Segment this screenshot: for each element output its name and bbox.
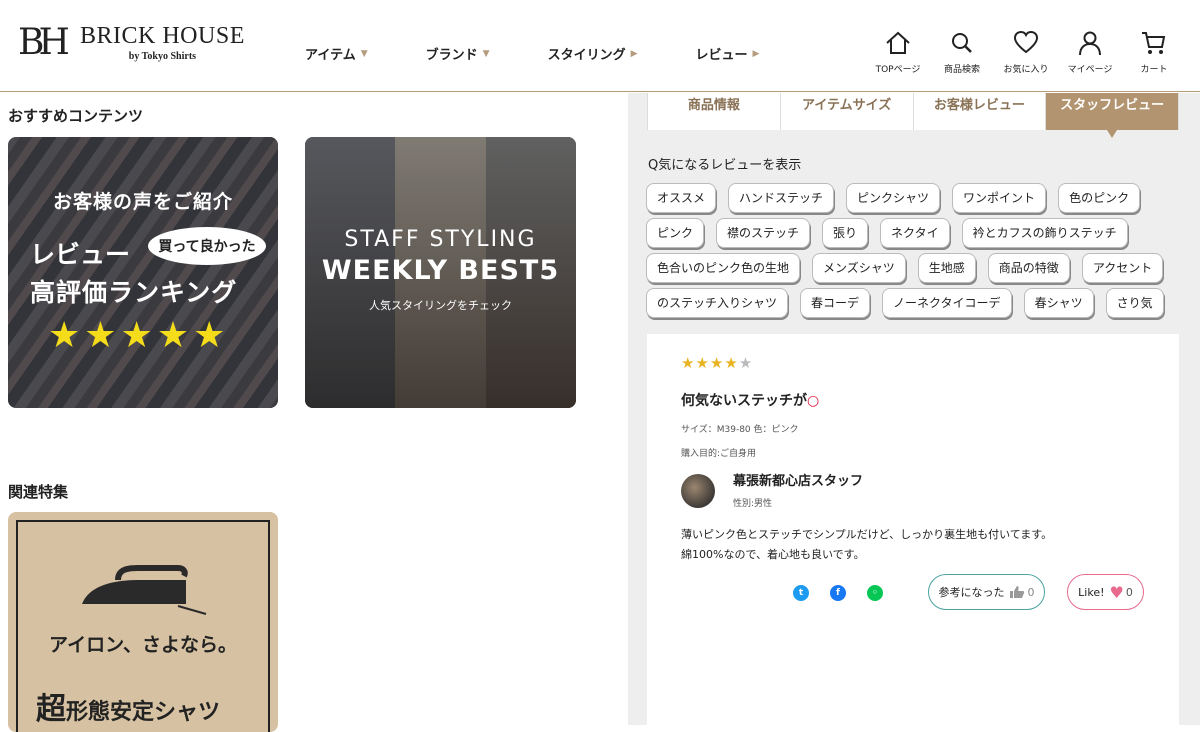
banner-review-line1: お客様の声をご紹介 <box>52 191 233 213</box>
reviewer-gender: 性別:男性 <box>733 499 773 509</box>
facebook-share-icon[interactable]: f <box>830 585 846 601</box>
caret-right-icon: ▶ <box>752 48 760 59</box>
banner-styling-line2: WEEKLY BEST5 <box>321 255 560 286</box>
review-ranking-banner[interactable]: お客様の声をご紹介 レビュー 買って良かった 高評価ランキング ★★★★★ <box>8 137 278 408</box>
caret-right-icon: ▶ <box>630 48 638 59</box>
review-tag[interactable]: メンズシャツ <box>812 253 906 283</box>
tab-product-info[interactable]: 商品情報 <box>648 93 781 130</box>
logo-mark: BH <box>18 22 70 63</box>
banner-review-line2: レビュー <box>30 240 131 269</box>
avatar <box>681 474 715 508</box>
review-tag[interactable]: ノーネクタイコーデ <box>882 288 1012 318</box>
nav-item-review[interactable]: レビュー ▶ <box>696 44 760 63</box>
heart-icon <box>1013 30 1039 54</box>
nav-item-styling[interactable]: スタイリング ▶ <box>548 44 638 63</box>
review-tag-list: オススメ ハンドステッチ ピンクシャツ ワンポイント 色のピンク ピンク 襟のス… <box>646 183 1176 323</box>
banner-iron-line2: 超形態安定シャツ <box>36 692 221 727</box>
twitter-share-icon[interactable]: t <box>793 585 809 601</box>
review-tag[interactable]: ピンクシャツ <box>846 183 941 213</box>
product-search-button[interactable]: 商品検索 <box>930 30 994 75</box>
search-icon <box>952 33 972 53</box>
header-icons: TOPページ 商品検索 お気に入り マイページ カート <box>866 30 1186 75</box>
review-tag[interactable]: 商品の特徴 <box>987 253 1070 283</box>
review-tag[interactable]: ネクタイ <box>880 218 950 248</box>
logo-subtitle: by Tokyo Shirts <box>128 51 197 62</box>
five-stars-icon: ★★★★★ <box>48 315 230 356</box>
review-tag[interactable]: 春シャツ <box>1023 288 1094 318</box>
cart-button[interactable]: カート <box>1122 30 1186 75</box>
speech-bubble: 買って良かった <box>148 227 266 265</box>
review-tag[interactable]: さり気 <box>1105 288 1164 318</box>
rating-stars: ★★★★★ <box>681 354 754 372</box>
review-tag[interactable]: 色合いのピンク色の生地 <box>646 253 801 283</box>
review-tag[interactable]: ピンク <box>646 218 705 248</box>
nav-item-brands[interactable]: ブランド ▼ <box>426 44 490 63</box>
staff-review-card: ★★★★★ 何気ないステッチが○ サイズ：M39-80 色：ピンク 購入目的:ご… <box>647 334 1179 725</box>
heart-icon: ♥ <box>1109 582 1124 602</box>
review-tag[interactable]: オススメ <box>646 183 717 213</box>
nav-item-items[interactable]: アイテム ▼ <box>305 44 368 63</box>
review-tag[interactable]: 張り <box>822 218 869 248</box>
review-tag[interactable]: 襟のステッチ <box>716 218 811 248</box>
review-tag[interactable]: 衿とカフスの飾りステッチ <box>961 218 1128 248</box>
review-body: 薄いピンク色とステッチでシンプルだけど、しっかり裏生地も付いてます。 綿100%… <box>681 528 1053 561</box>
caret-down-icon: ▼ <box>482 48 490 59</box>
logo-brand-name: BRICK HOUSE <box>80 23 245 49</box>
tab-staff-reviews[interactable]: スタッフレビュー <box>1046 93 1178 138</box>
review-tag[interactable]: ハンドステッチ <box>728 183 835 213</box>
main-nav: アイテム ▼ ブランド ▼ スタイリング ▶ レビュー ▶ <box>305 44 817 63</box>
review-tag[interactable]: 色のピンク <box>1058 183 1141 213</box>
review-title: 何気ないステッチが○ <box>681 393 820 409</box>
banner-iron-line1: アイロン、さよなら。 <box>49 634 237 656</box>
review-tag[interactable]: 春コーデ <box>800 288 871 318</box>
site-header: BH BRICK HOUSE by Tokyo Shirts アイテム ▼ ブラン… <box>0 0 1200 92</box>
favorites-button[interactable]: お気に入り <box>994 30 1058 75</box>
review-tag[interactable]: 生地感 <box>917 253 976 283</box>
circle-mark-icon: ○ <box>807 393 820 409</box>
review-tag[interactable]: アクセント <box>1081 253 1164 283</box>
helpful-button[interactable]: 参考になった 0 <box>928 574 1045 610</box>
review-tag[interactable]: ワンポイント <box>952 183 1047 213</box>
caret-down-icon: ▼ <box>360 48 368 59</box>
thumbs-up-icon <box>1009 586 1024 598</box>
user-icon <box>1079 31 1101 56</box>
banner-review-line3: 高評価ランキング <box>30 278 238 307</box>
tab-customer-reviews[interactable]: お客様レビュー <box>914 93 1047 130</box>
recommend-section-title: おすすめコンテンツ <box>8 107 144 125</box>
brand-logo[interactable]: BH BRICK HOUSE by Tokyo Shirts <box>18 24 245 62</box>
review-tag[interactable]: のステッチ入りシャツ <box>646 288 789 318</box>
home-icon <box>886 31 910 54</box>
staff-styling-banner[interactable]: STAFF STYLING WEEKLY BEST5 人気スタイリングをチェック <box>305 137 576 408</box>
banner-styling-line3: 人気スタイリングをチェック <box>369 299 512 312</box>
line-share-icon[interactable]: ◦ <box>867 585 883 601</box>
top-page-button[interactable]: TOPページ <box>866 30 930 75</box>
non-iron-shirt-banner[interactable]: アイロン、さよなら。 超形態安定シャツ <box>8 512 278 732</box>
related-section-title: 関連特集 <box>8 483 69 501</box>
reviewer-name: 幕張新都心店スタッフ <box>733 474 864 489</box>
mypage-button[interactable]: マイページ <box>1058 30 1122 75</box>
review-size-color: サイズ：M39-80 色：ピンク <box>681 425 799 435</box>
banner-styling-line1: STAFF STYLING <box>344 227 537 252</box>
review-purchase-purpose: 購入目的:ご自身用 <box>681 449 757 459</box>
product-tabs: 商品情報 アイテムサイズ お客様レビュー スタッフレビュー <box>647 93 1179 138</box>
iron-icon <box>82 565 207 615</box>
review-filter-label: Q気になるレビューを表示 <box>648 158 802 173</box>
tab-item-size[interactable]: アイテムサイズ <box>781 93 914 130</box>
cart-icon <box>1142 32 1166 54</box>
like-button[interactable]: Like! ♥ 0 <box>1067 574 1144 610</box>
